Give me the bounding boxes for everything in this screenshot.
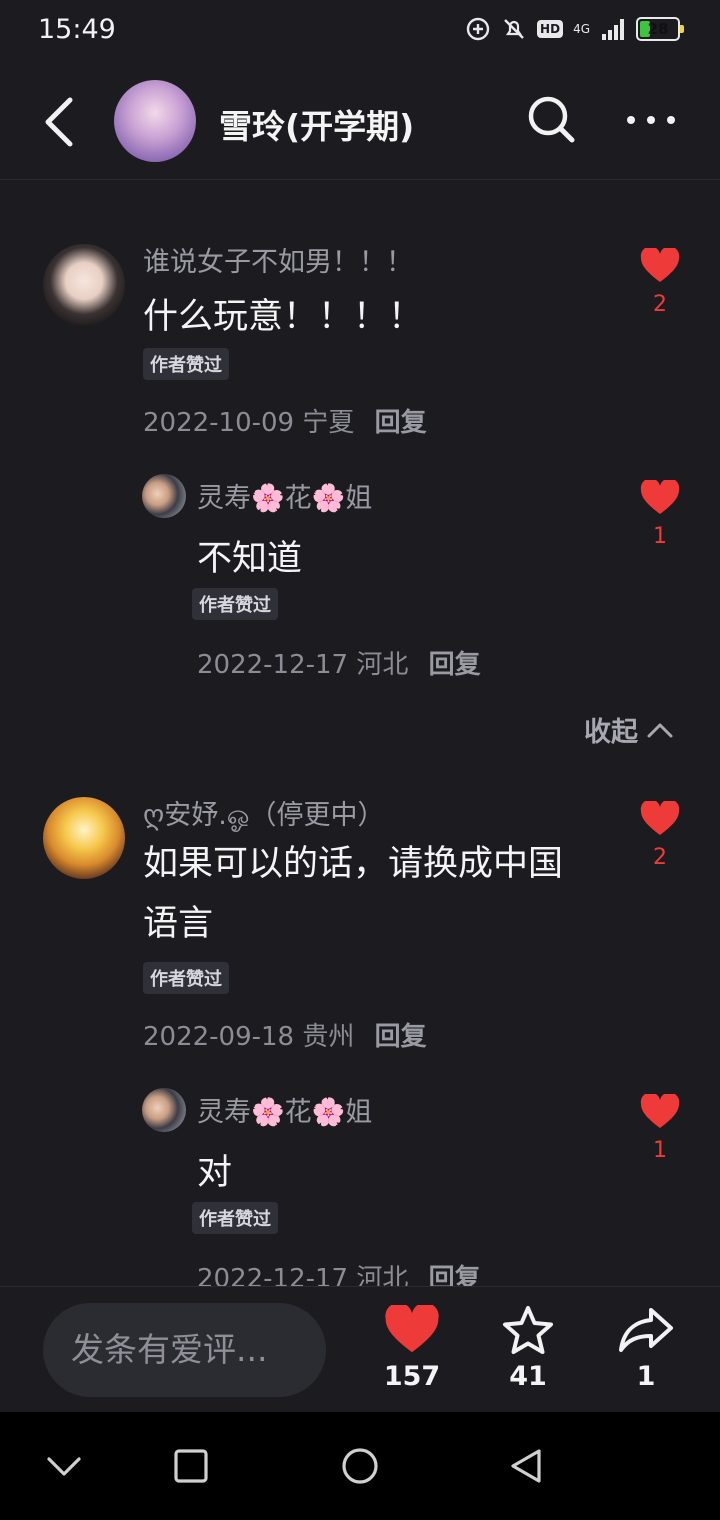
comment-input[interactable]: 发条有爱评... <box>43 1303 326 1397</box>
battery-percent: 28 <box>647 20 669 38</box>
data-saver-icon <box>466 17 490 41</box>
chevron-down-icon[interactable] <box>44 1446 84 1486</box>
commenter-avatar[interactable] <box>43 244 125 326</box>
reply-date: 2022-12-17 <box>197 650 349 680</box>
mute-icon <box>504 19 524 39</box>
reply-button[interactable]: 回复 <box>375 1022 427 1052</box>
like-count: 1 <box>653 1138 667 1163</box>
back-triangle-icon[interactable] <box>506 1446 546 1486</box>
like-count: 1 <box>653 524 667 549</box>
like-total: 157 <box>383 1361 441 1392</box>
system-navigation-bar <box>0 1412 720 1520</box>
author-liked-badge: 作者赞过 <box>192 588 278 620</box>
battery-icon: 28 <box>636 17 684 41</box>
comment-meta: 2022-10-09 宁夏 回复 <box>143 402 427 439</box>
action-bar: 发条有爱评... 157 41 1 <box>0 1286 720 1412</box>
heart-icon[interactable] <box>640 1094 680 1130</box>
author-liked-badge: 作者赞过 <box>192 1202 278 1234</box>
comment-location: 宁夏 <box>302 408 355 438</box>
comment-meta: 2022-09-18 贵州 回复 <box>143 1016 427 1053</box>
hd-icon: HD <box>537 20 564 38</box>
share-button[interactable]: 1 <box>606 1305 686 1392</box>
share-total: 1 <box>636 1361 656 1392</box>
reply-button[interactable]: 回复 <box>375 408 427 438</box>
comment-location: 贵州 <box>302 1022 355 1052</box>
heart-icon[interactable] <box>640 248 680 284</box>
heart-icon[interactable] <box>640 801 680 837</box>
favorite-button[interactable]: 41 <box>488 1305 568 1392</box>
reply-meta: 2022-12-17 河北 回复 <box>197 644 481 681</box>
like-count: 2 <box>653 292 667 317</box>
comment-date: 2022-09-18 <box>143 1022 295 1052</box>
screen: 15:49 HD 4G 28 雪玲(开学期) 谁说女子不如男！！！ 什么玩意！！… <box>0 0 720 1520</box>
heart-icon <box>385 1305 439 1353</box>
comment-text: 什么玩意！！！！ <box>143 297 424 337</box>
comment-text: 如果可以的话，请换成中国语言 <box>143 844 564 944</box>
comment-author[interactable]: 谁说女子不如男！！！ <box>143 240 413 279</box>
recent-apps-icon[interactable] <box>171 1446 211 1486</box>
reply-author[interactable]: 灵寿🌸花🌸姐 <box>197 1090 372 1129</box>
like-count: 2 <box>653 845 667 870</box>
more-dots-icon[interactable] <box>624 108 678 132</box>
author-liked-badge: 作者赞过 <box>143 348 229 380</box>
reply-avatar[interactable] <box>142 474 186 518</box>
search-icon[interactable] <box>526 94 576 144</box>
author-avatar[interactable] <box>114 80 196 162</box>
reply-author[interactable]: 灵寿🌸花🌸姐 <box>197 476 372 515</box>
reply-text: 不知道 <box>197 539 303 579</box>
like-button[interactable]: 157 <box>372 1305 452 1392</box>
chevron-up-icon <box>647 723 673 737</box>
signal-icon <box>602 19 624 40</box>
reply-avatar[interactable] <box>142 1088 186 1132</box>
author-liked-badge: 作者赞过 <box>143 962 229 994</box>
share-arrow-icon <box>619 1308 673 1352</box>
reply-text: 对 <box>197 1153 233 1193</box>
favorite-total: 41 <box>509 1361 547 1392</box>
home-icon[interactable] <box>340 1446 380 1486</box>
reply-button[interactable]: 回复 <box>429 650 481 680</box>
heart-icon[interactable] <box>640 480 680 516</box>
star-icon <box>503 1306 553 1354</box>
status-icons: HD 4G 28 <box>465 16 684 42</box>
collapse-label: 收起 <box>584 717 638 748</box>
status-time: 15:49 <box>38 14 116 45</box>
commenter-avatar[interactable] <box>43 797 125 879</box>
comment-author[interactable]: ღ安妤.ஓ（停更中） <box>143 793 384 835</box>
network-4g-icon: 4G <box>573 22 590 36</box>
reply-location: 河北 <box>356 650 409 680</box>
back-arrow-icon[interactable] <box>40 94 80 150</box>
header: 雪玲(开学期) <box>0 64 720 180</box>
status-bar: 15:49 HD 4G 28 <box>0 0 720 64</box>
collapse-replies-button[interactable]: 收起 <box>584 710 674 749</box>
page-title[interactable]: 雪玲(开学期) <box>219 100 414 148</box>
comment-date: 2022-10-09 <box>143 408 295 438</box>
